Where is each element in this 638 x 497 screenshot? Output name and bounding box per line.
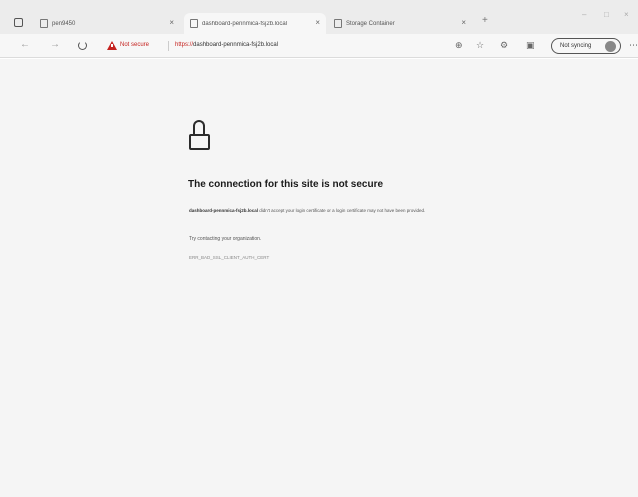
page-icon [40, 19, 48, 28]
zoom-icon[interactable]: ⊕ [455, 40, 463, 50]
tab-2[interactable]: dashboard-pennmica-fsj2b.local × [184, 13, 326, 34]
url-host: dashboard-pennmica-fsj2b.local [193, 42, 279, 48]
tab-3-title: Storage Container [346, 20, 395, 27]
workspaces-icon[interactable] [14, 18, 23, 27]
tab-strip: pen9450 × dashboard-pennmica-fsj2b.local… [0, 0, 638, 34]
new-tab-button[interactable]: + [482, 15, 488, 26]
page-icon [190, 19, 198, 28]
divider [168, 41, 169, 51]
contact-text: Try contacting your organization. [189, 236, 262, 242]
tab-1[interactable]: pen9450 × [40, 13, 180, 34]
tab-3[interactable]: Storage Container × [334, 13, 472, 34]
favorite-star-icon[interactable]: ☆ [476, 40, 484, 50]
close-window-button[interactable]: × [624, 10, 629, 19]
page-title: The connection for this site is not secu… [188, 179, 384, 190]
warning-icon[interactable] [107, 41, 117, 50]
close-icon[interactable]: × [315, 19, 320, 27]
maximize-button[interactable]: □ [604, 10, 609, 19]
extensions-icon[interactable]: ⚙ [500, 40, 508, 50]
back-icon[interactable]: ← [20, 40, 30, 50]
error-code: ERR_BAD_SSL_CLIENT_AUTH_CERT [189, 255, 270, 260]
security-label[interactable]: Not secure [120, 42, 149, 48]
url-scheme: https:// [175, 42, 194, 48]
refresh-icon[interactable] [78, 41, 87, 50]
more-icon[interactable]: ⋯ [629, 40, 638, 51]
page-content [0, 59, 638, 497]
error-description: dashboard-pennmica-fsj2b.local didn't ac… [189, 207, 479, 215]
sync-label: Not syncing [560, 43, 592, 49]
description-text: didn't accept your login certificate or … [259, 208, 426, 213]
navigation-bar: ← → Not secure https://dashboard-pennmic… [0, 34, 638, 58]
tab-1-title: pen9450 [52, 20, 76, 27]
minimize-button[interactable]: – [582, 10, 586, 19]
forward-icon[interactable]: → [50, 40, 60, 50]
site-host: dashboard-pennmica-fsj2b.local [189, 208, 259, 213]
address-bar[interactable]: https://dashboard-pennmica-fsj2b.local [175, 42, 278, 48]
close-icon[interactable]: × [461, 19, 466, 27]
tab-2-title: dashboard-pennmica-fsj2b.local [202, 20, 288, 27]
open-lock-icon [189, 120, 213, 156]
page-icon [334, 19, 342, 28]
collections-icon[interactable]: ▣ [526, 40, 535, 50]
close-icon[interactable]: × [169, 19, 174, 27]
avatar [605, 41, 616, 52]
sync-button[interactable]: Not syncing [551, 38, 621, 54]
